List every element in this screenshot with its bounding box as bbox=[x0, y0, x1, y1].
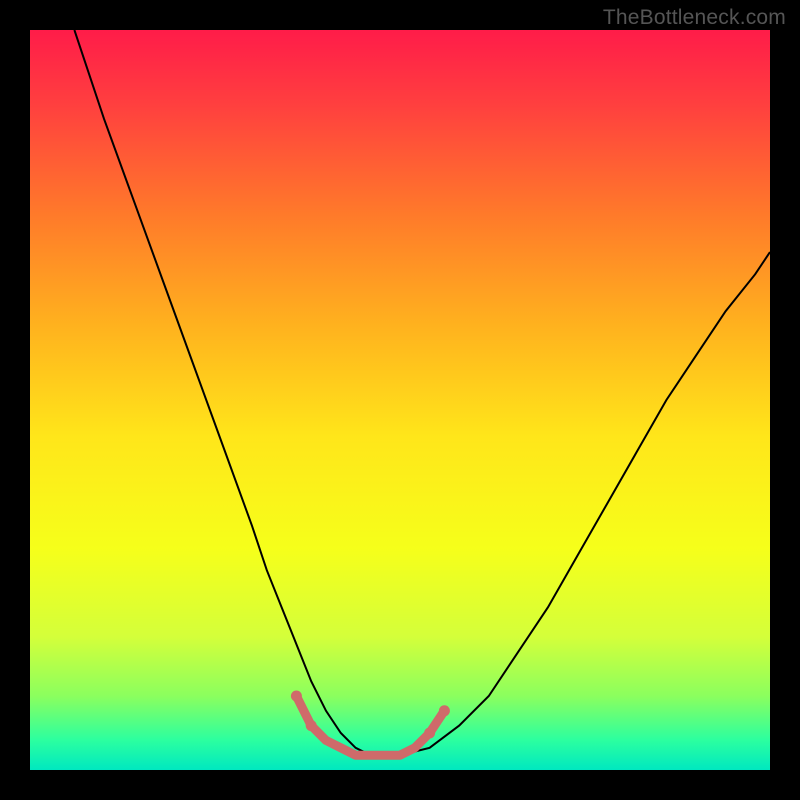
curve-layer bbox=[30, 30, 770, 770]
highlight-dot bbox=[439, 705, 450, 716]
highlight-dot bbox=[424, 728, 435, 739]
highlight-dot bbox=[306, 720, 317, 731]
chart-frame: TheBottleneck.com bbox=[0, 0, 800, 800]
optimal-zone-highlight bbox=[296, 696, 444, 755]
highlight-dot bbox=[291, 691, 302, 702]
watermark-text: TheBottleneck.com bbox=[603, 6, 786, 30]
plot-area bbox=[30, 30, 770, 770]
bottleneck-curve bbox=[74, 30, 770, 755]
